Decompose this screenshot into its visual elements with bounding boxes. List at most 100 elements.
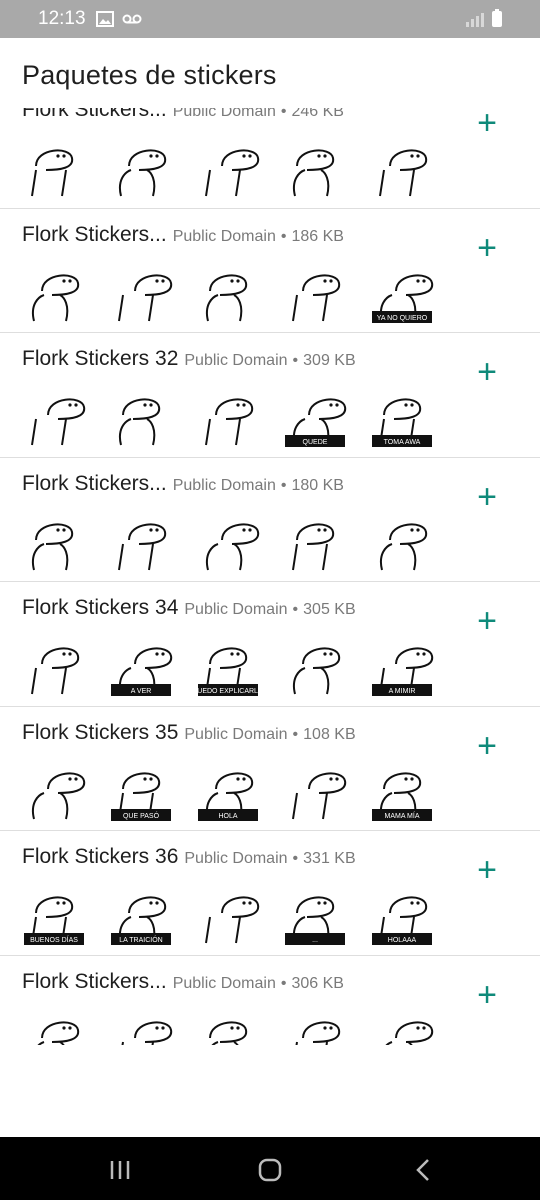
sticker-pack-row[interactable]: Flork Stickers... Public Domain • 186 KB + YA… — [0, 209, 540, 333]
sticker-thumbnail — [283, 759, 347, 823]
svg-text:...: ... — [312, 937, 318, 944]
signal-icon — [466, 11, 484, 27]
pack-name: Flork Stickers 34 — [22, 596, 179, 619]
add-pack-button[interactable]: + — [470, 604, 504, 638]
pack-meta: Public Domain • 180 KB — [173, 477, 344, 495]
pack-name: Flork Stickers 35 — [22, 720, 179, 744]
svg-text:MAMA MÍA: MAMA MÍA — [384, 811, 419, 820]
svg-text:QUEDE: QUEDE — [303, 439, 328, 446]
sticker-thumbnail — [196, 385, 260, 449]
sticker-thumbnail — [283, 261, 347, 325]
sticker-preview-strip: YA NO QUIERO — [22, 261, 442, 325]
pack-license: Public Domain — [184, 850, 288, 867]
sticker-thumbnail — [109, 385, 173, 449]
sticker-thumbnail — [22, 385, 86, 449]
pack-header: Flork Stickers... Public Domain • 246 KB — [22, 108, 344, 122]
sticker-thumbnail — [109, 261, 173, 325]
pack-size: 180 KB — [291, 476, 344, 494]
pack-meta: Public Domain • 186 KB — [173, 228, 344, 246]
sticker-thumbnail: PUEDO EXPLICARLO — [193, 634, 264, 698]
pack-license: Public Domain — [172, 227, 276, 245]
sticker-pack-row[interactable]: Flork Stickers... Public Domain • 180 KB + — [0, 458, 540, 582]
svg-text:HOLAAA: HOLAAA — [388, 937, 417, 944]
pack-header: Flork Stickers 35 Public Domain • 108 KB — [22, 721, 356, 745]
meta-separator: • — [280, 108, 287, 120]
sticker-thumbnail — [22, 634, 86, 698]
pack-size: 306 KB — [291, 974, 344, 992]
svg-text:A MIMIR: A MIMIR — [389, 688, 416, 695]
status-bar: 12:13 — [0, 0, 540, 38]
pack-size: 246 KB — [291, 108, 344, 120]
sticker-thumbnail — [283, 634, 347, 698]
svg-text:A VER: A VER — [131, 688, 152, 695]
sticker-thumbnail — [22, 510, 86, 574]
add-pack-button[interactable]: + — [470, 355, 504, 389]
sticker-thumbnail: LA TRAICIÓN — [109, 883, 173, 947]
sticker-thumbnail: A MIMIR — [370, 634, 434, 698]
sticker-thumbnail — [196, 136, 260, 200]
meta-separator: • — [280, 974, 287, 992]
pack-meta: Public Domain • 309 KB — [184, 352, 355, 370]
sticker-pack-row[interactable]: Flork Stickers 32 Public Domain • 309 KB + QU… — [0, 333, 540, 458]
sticker-thumbnail — [109, 1008, 173, 1045]
pack-header: Flork Stickers... Public Domain • 186 KB — [22, 223, 344, 247]
sticker-thumbnail: QUE PASÓ — [109, 759, 173, 823]
pack-size: 186 KB — [291, 227, 344, 245]
meta-separator: • — [292, 850, 299, 867]
sticker-thumbnail: HOLAAA — [370, 883, 434, 947]
sticker-pack-row[interactable]: Flork Stickers 35 Public Domain • 108 KB + QU… — [0, 707, 540, 831]
sticker-thumbnail: ... — [283, 883, 347, 947]
recent-apps-icon[interactable] — [100, 1155, 140, 1185]
sticker-preview-strip — [22, 510, 442, 574]
status-time: 12:13 — [38, 8, 86, 29]
pack-header: Flork Stickers... Public Domain • 180 KB — [22, 472, 344, 496]
sticker-pack-row[interactable]: Flork Stickers... Public Domain • 306 KB + — [0, 956, 540, 1045]
sticker-pack-list[interactable]: Flork Stickers... Public Domain • 246 KB + Fl… — [0, 108, 540, 1045]
meta-separator: • — [280, 227, 287, 245]
pack-header: Flork Stickers 34 Public Domain • 305 KB — [22, 596, 356, 620]
add-pack-button[interactable]: + — [470, 978, 504, 1012]
sticker-thumbnail: TOMA AWA — [370, 385, 434, 449]
pack-license: Public Domain — [184, 725, 288, 743]
sticker-thumbnail: A VER — [109, 634, 173, 698]
pack-license: Public Domain — [172, 476, 276, 494]
sticker-thumbnail: QUEDE — [283, 385, 347, 449]
pack-name: Flork Stickers... — [22, 108, 167, 121]
pack-license: Public Domain — [172, 974, 276, 992]
sticker-thumbnail — [22, 136, 86, 200]
add-pack-button[interactable]: + — [470, 231, 504, 265]
sticker-preview-strip: QUEDE TOMA AWA — [22, 385, 442, 449]
sticker-pack-row[interactable]: Flork Stickers 34 Public Domain • 305 KB + A … — [0, 582, 540, 707]
pack-name: Flork Stickers... — [22, 471, 167, 495]
sticker-pack-row[interactable]: Flork Stickers 36 Public Domain • 331 KB + BU… — [0, 831, 540, 956]
app-header: Paquetes de stickers — [0, 38, 540, 108]
sticker-thumbnail — [283, 510, 347, 574]
sticker-thumbnail — [370, 510, 434, 574]
meta-separator: • — [292, 601, 299, 618]
pack-license: Public Domain — [184, 601, 288, 618]
add-pack-button[interactable]: + — [470, 853, 504, 887]
battery-icon — [492, 9, 502, 27]
add-pack-button[interactable]: + — [470, 480, 504, 514]
page-title: Paquetes de stickers — [22, 60, 277, 90]
sticker-preview-strip: BUENOS DÍAS LA TRAICIÓN... HOLAAA — [22, 883, 442, 947]
image-icon — [95, 11, 114, 27]
sticker-thumbnail: BUENOS DÍAS — [22, 883, 86, 947]
sticker-thumbnail — [283, 136, 347, 200]
home-icon[interactable] — [250, 1155, 290, 1185]
sticker-thumbnail — [109, 136, 173, 200]
add-pack-button[interactable]: + — [470, 108, 504, 140]
sticker-thumbnail — [196, 261, 260, 325]
pack-license: Public Domain — [184, 352, 288, 369]
sticker-preview-strip — [22, 1008, 442, 1045]
pack-header: Flork Stickers 32 Public Domain • 309 KB — [22, 347, 356, 371]
back-icon[interactable] — [403, 1155, 443, 1185]
pack-size: 309 KB — [303, 352, 356, 369]
pack-meta: Public Domain • 108 KB — [184, 726, 355, 744]
add-pack-button[interactable]: + — [470, 729, 504, 763]
sticker-thumbnail — [109, 510, 173, 574]
sticker-thumbnail — [22, 261, 86, 325]
sticker-pack-row[interactable]: Flork Stickers... Public Domain • 246 KB + — [0, 108, 540, 209]
sticker-thumbnail — [196, 1008, 260, 1045]
sticker-preview-strip: QUE PASÓ HOLA MAMA MÍA — [22, 759, 442, 823]
